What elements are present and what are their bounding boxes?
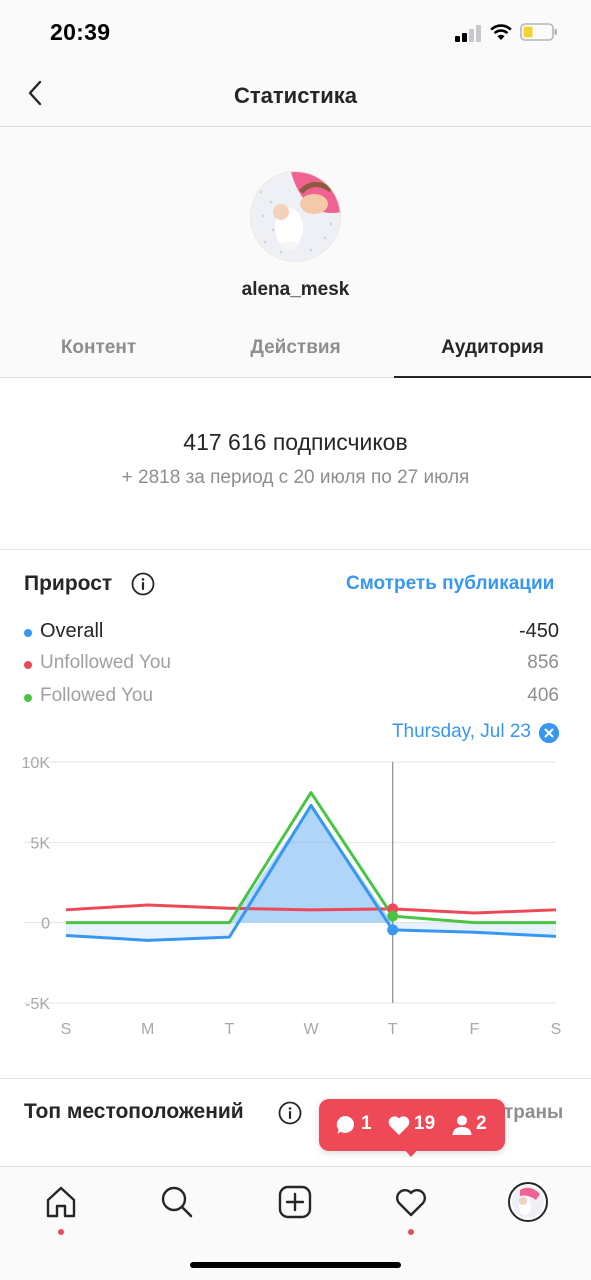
view-posts-link[interactable]: Смотреть публикации bbox=[346, 573, 554, 595]
section-divider bbox=[0, 1078, 591, 1079]
legend-unfollowed: Unfollowed You 856 bbox=[24, 652, 567, 680]
activity-notification-toast[interactable]: 1 19 2 bbox=[319, 1099, 505, 1151]
tab-bar-search[interactable] bbox=[152, 1177, 202, 1227]
info-icon[interactable] bbox=[131, 572, 155, 596]
legend-overall-dot bbox=[24, 629, 32, 637]
x-tick-label: S bbox=[61, 1021, 72, 1038]
legend-followed: Followed You 406 bbox=[24, 685, 567, 713]
selected-day-label: Thursday, Jul 23 bbox=[391, 721, 531, 742]
toast-pointer bbox=[402, 1147, 420, 1157]
add-post-icon bbox=[278, 1185, 312, 1219]
profile-avatar[interactable] bbox=[250, 171, 341, 262]
y-tick-label: 0 bbox=[41, 916, 50, 933]
heart-icon bbox=[396, 1189, 426, 1217]
info-icon[interactable] bbox=[278, 1101, 302, 1125]
tab-bar-activity[interactable] bbox=[386, 1177, 436, 1235]
legend-overall-value: -450 bbox=[518, 620, 559, 642]
toast-comments-count: 1 bbox=[361, 1113, 372, 1134]
home-icon bbox=[46, 1186, 76, 1218]
status-time: 20:39 bbox=[50, 19, 111, 45]
battery-icon bbox=[520, 23, 557, 41]
profile-username: alena_mesk bbox=[241, 279, 350, 300]
signal-icon bbox=[455, 24, 483, 42]
home-indicator bbox=[190, 1262, 401, 1268]
legend-followed-value: 406 bbox=[527, 685, 559, 706]
followed-marker bbox=[387, 910, 399, 922]
home-notification-dot bbox=[58, 1229, 64, 1235]
followers-count: 417 616 подписчиков bbox=[183, 429, 408, 455]
x-tick-label: T bbox=[388, 1021, 398, 1038]
legend-overall-label: Overall bbox=[40, 620, 104, 642]
growth-title: Прирост bbox=[24, 572, 113, 595]
clear-selection-button[interactable] bbox=[539, 723, 559, 743]
top-locations-title: Топ местоположений bbox=[24, 1100, 244, 1123]
followers-period: + 2818 за период с 20 июля по 27 июля bbox=[121, 467, 470, 488]
x-tick-label: M bbox=[141, 1021, 154, 1038]
tab-bar-new-post[interactable] bbox=[270, 1177, 320, 1227]
tab-bar-home[interactable] bbox=[36, 1177, 86, 1235]
tab-content[interactable]: Контент bbox=[0, 327, 197, 378]
tab-audience[interactable]: Аудитория bbox=[394, 327, 591, 378]
legend-unfollowed-label: Unfollowed You bbox=[40, 652, 171, 673]
legend-followed-dot bbox=[24, 694, 32, 702]
profile-area: alena_mesk Контент Действия Аудитория bbox=[0, 127, 591, 378]
toast-likes-count: 19 bbox=[414, 1113, 436, 1134]
x-tick-label: S bbox=[551, 1021, 562, 1038]
person-icon bbox=[452, 1115, 472, 1135]
overall-marker bbox=[387, 924, 399, 936]
y-tick-label: 10K bbox=[22, 755, 51, 772]
tab-activity[interactable]: Действия bbox=[197, 327, 394, 378]
x-tick-label: W bbox=[303, 1021, 319, 1038]
comment-icon bbox=[336, 1115, 355, 1134]
legend-overall: Overall -450 bbox=[24, 620, 567, 648]
toast-follows-count: 2 bbox=[476, 1113, 487, 1134]
y-tick-label: -5K bbox=[25, 996, 50, 1013]
profile-avatar-icon bbox=[508, 1182, 548, 1222]
heart-icon bbox=[388, 1116, 410, 1135]
x-tick-label: T bbox=[224, 1021, 234, 1038]
navigation-header: Статистика bbox=[0, 66, 591, 127]
x-tick-label: F bbox=[469, 1021, 479, 1038]
avatar-photo bbox=[251, 172, 340, 261]
section-divider bbox=[0, 549, 591, 550]
growth-chart[interactable]: 10K 5K 0 -5K S M T W T F S bbox=[0, 750, 591, 1050]
tab-bar-profile[interactable] bbox=[503, 1177, 553, 1227]
page-title: Статистика bbox=[234, 83, 357, 108]
legend-unfollowed-value: 856 bbox=[527, 652, 559, 673]
status-bar: 20:39 bbox=[0, 0, 591, 66]
activity-notification-dot bbox=[408, 1229, 414, 1235]
countries-link[interactable]: траны bbox=[504, 1102, 563, 1124]
statistics-tabs: Контент Действия Аудитория bbox=[0, 327, 591, 378]
wifi-icon bbox=[490, 24, 512, 40]
y-tick-label: 5K bbox=[30, 835, 50, 852]
legend-unfollowed-dot bbox=[24, 661, 32, 669]
search-icon bbox=[161, 1186, 193, 1218]
legend-followed-label: Followed You bbox=[40, 685, 154, 706]
